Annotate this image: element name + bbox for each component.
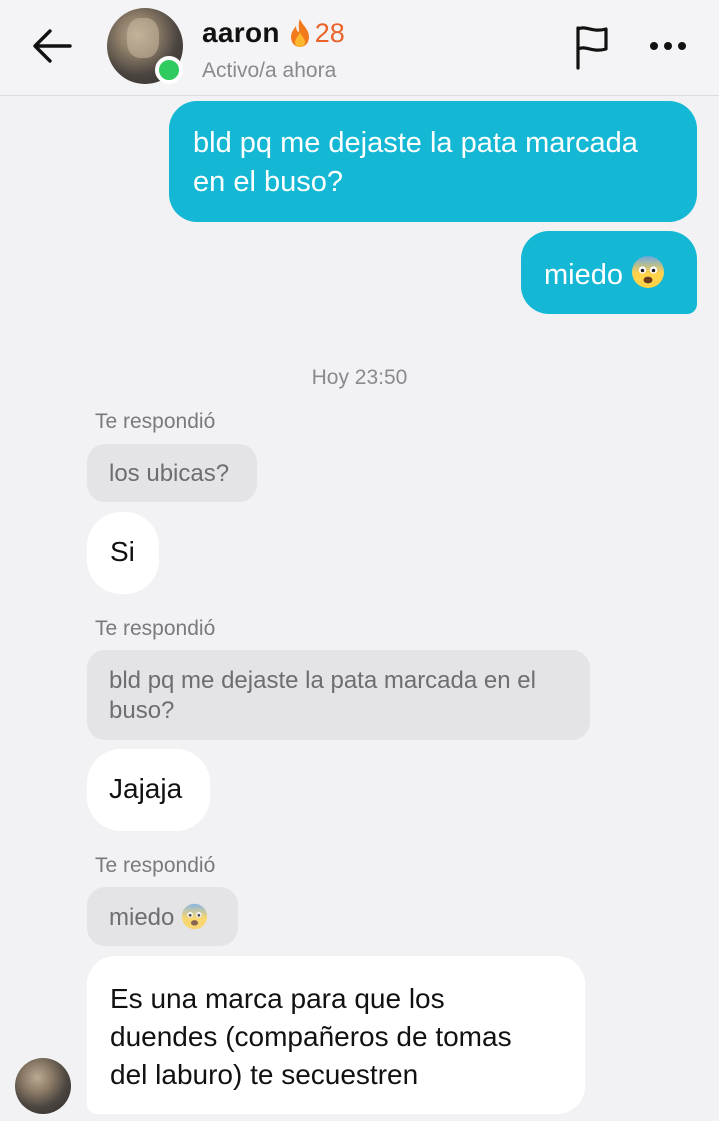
online-status-dot (155, 56, 183, 84)
active-status: Activo/a ahora (202, 59, 337, 82)
contact-title[interactable]: aaron 28 (202, 14, 345, 52)
sent-message[interactable]: miedo (521, 231, 697, 314)
fearful-face-icon (632, 256, 665, 288)
contact-avatar[interactable] (107, 8, 183, 84)
message-text-line: bld pq me dejaste la pata marcada (193, 127, 638, 159)
quoted-message[interactable]: bld pq me dejaste la pata marcada en el … (87, 650, 590, 740)
message-text-line: del laburo) te secuestren (110, 1059, 419, 1090)
quoted-message[interactable]: los ubicas? (87, 444, 257, 502)
message-text: Si (110, 536, 135, 567)
reply-label: Te respondió (95, 854, 216, 877)
quoted-text-line: buso? (109, 697, 175, 724)
chat-timestamp: Hoy 23:50 (311, 366, 408, 389)
received-message[interactable]: Es una marca para que los duendes (compa… (87, 956, 585, 1114)
received-message[interactable]: Jajaja (87, 749, 210, 831)
sent-message[interactable]: bld pq me dejaste la pata marcada en el … (169, 101, 697, 222)
message-text-line: Es una marca para que los (110, 983, 445, 1014)
reply-label: Te respondió (95, 410, 216, 433)
fearful-face-icon (181, 903, 208, 930)
fire-icon (290, 19, 309, 47)
contact-name: aaron (202, 17, 280, 48)
quoted-message[interactable]: miedo (87, 887, 238, 946)
message-text: miedo (544, 259, 623, 291)
sender-avatar[interactable] (15, 1058, 71, 1114)
reply-label: Te respondió (95, 617, 216, 640)
chat-header: aaron 28 Activo/a ahora (0, 0, 719, 96)
message-text: Jajaja (109, 773, 183, 804)
quoted-text-line: bld pq me dejaste la pata marcada en el (109, 667, 536, 694)
quoted-text: los ubicas? (109, 460, 230, 487)
streak-count: 28 (314, 17, 345, 48)
message-text-line: en el buso? (193, 166, 343, 198)
message-text-line: duendes (compañeros de tomas (110, 1021, 512, 1052)
flag-icon[interactable] (570, 22, 614, 70)
more-icon[interactable] (646, 38, 690, 54)
received-message[interactable]: Si (87, 512, 159, 594)
back-arrow-icon[interactable] (30, 26, 76, 66)
quoted-text: miedo (109, 904, 175, 931)
